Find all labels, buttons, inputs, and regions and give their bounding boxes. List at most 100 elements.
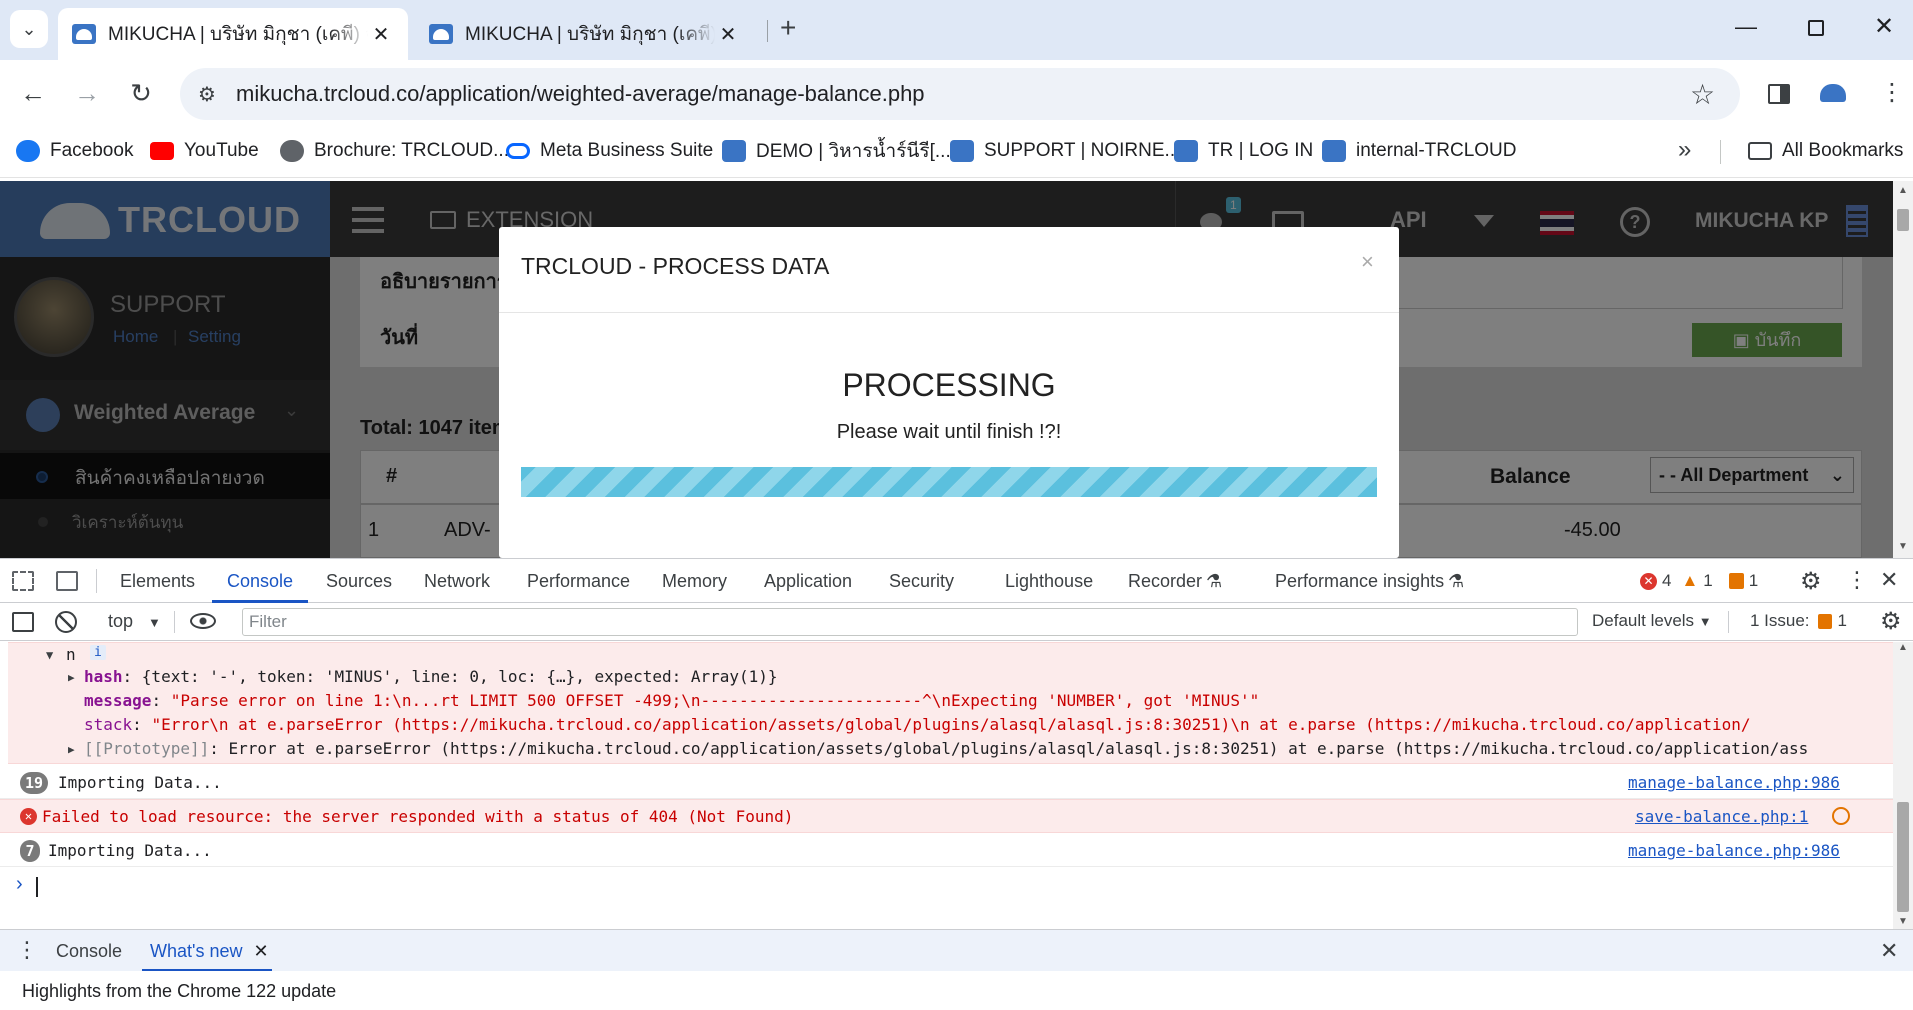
error-counter[interactable]: ✕ 4 ▲ 1 1 — [1640, 571, 1758, 591]
browser-tab[interactable]: MIKUCHA | บริษัท มิกุชา (เคพี) จำกัด ✕ — [415, 8, 755, 60]
bookmark-facebook[interactable]: Facebook — [16, 138, 133, 164]
expand-triangle-icon[interactable]: ▶ — [68, 743, 75, 756]
trcloud-extension-icon[interactable] — [1820, 84, 1846, 102]
bookmark-youtube[interactable]: YouTube — [150, 138, 259, 164]
sidebar-toggle-icon[interactable] — [12, 612, 34, 632]
layers-icon — [1322, 140, 1346, 162]
menu-kebab-icon[interactable]: ⋮ — [1880, 76, 1904, 110]
devtools-tab-performance[interactable]: Performance — [527, 571, 630, 592]
console-settings-gear-icon[interactable]: ⚙ — [1880, 607, 1902, 636]
tab-search-button[interactable]: ⌄ — [10, 10, 48, 48]
new-tab-button[interactable]: + — [780, 12, 796, 44]
settings-gear-icon[interactable]: ⚙ — [1800, 567, 1822, 596]
minimize-button[interactable]: — — [1735, 14, 1757, 40]
flask-icon: ⚗ — [1206, 571, 1223, 591]
process-data-modal: TRCLOUD - PROCESS DATA × PROCESSING Plea… — [499, 227, 1399, 558]
console-toolbar: top ▼ Filter Default levels ▼ 1 Issue: 1… — [0, 603, 1913, 641]
drawer-tab-whats-new[interactable]: What's new ✕ — [150, 941, 269, 962]
modal-close-button[interactable]: × — [1361, 249, 1374, 275]
whats-new-panel: Highlights from the Chrome 122 update — [0, 971, 1913, 1010]
bookmark-star-icon[interactable]: ☆ — [1690, 78, 1715, 111]
info-badge[interactable]: i — [90, 645, 106, 660]
caret-down-icon: ▼ — [1698, 614, 1712, 629]
console-prompt[interactable]: › — [0, 869, 1893, 903]
youtube-icon — [150, 142, 174, 160]
forward-button[interactable]: → — [70, 76, 104, 110]
devtools-tab-recorder[interactable]: Recorder — [1128, 571, 1202, 592]
close-devtools-icon[interactable]: ✕ — [1880, 567, 1898, 593]
devtools-menu-icon[interactable]: ⋮ — [1846, 567, 1868, 593]
scrollbar-thumb[interactable] — [1897, 802, 1909, 912]
tab-close-icon[interactable]: ✕ — [715, 22, 741, 47]
scrollbar-thumb[interactable] — [1897, 209, 1909, 231]
scroll-up-icon[interactable]: ▲ — [1898, 185, 1908, 196]
browser-tab-active[interactable]: MIKUCHA | บริษัท มิกุชา (เคพี) จำกัด ✕ — [58, 8, 408, 60]
expand-triangle-icon[interactable]: ▶ — [68, 671, 75, 684]
devtools-tab-performance-insights[interactable]: Performance insights — [1275, 571, 1444, 592]
modal-divider — [499, 312, 1399, 313]
issues-label: 1 Issue: — [1750, 611, 1810, 630]
error-text: Failed to load resource: the server resp… — [42, 807, 794, 826]
bookmark-internal[interactable]: internal-TRCLOUD — [1322, 138, 1516, 164]
back-button[interactable]: ← — [16, 76, 50, 110]
console-error-object: ▼ n i ▶ hash: {text: '-', token: 'MINUS'… — [8, 642, 1893, 764]
bookmark-support[interactable]: SUPPORT | NOIRNE... — [950, 138, 1180, 164]
drawer-tab-console[interactable]: Console — [56, 941, 122, 962]
tab-close-icon[interactable]: ✕ — [368, 22, 394, 47]
devtools-tab-memory[interactable]: Memory — [662, 571, 727, 592]
bookmark-label: Brochure: TRCLOUD... — [314, 140, 509, 161]
source-link[interactable]: save-balance.php:1 — [1635, 807, 1808, 826]
inspect-element-icon[interactable] — [12, 571, 34, 591]
console-filter-input[interactable]: Filter — [242, 608, 1578, 636]
live-expression-eye-icon[interactable] — [190, 613, 216, 629]
bookmark-demo[interactable]: DEMO | วิหารน้ำร์นีรี[... — [722, 138, 951, 164]
bookmark-tr-login[interactable]: TR | LOG IN — [1174, 138, 1313, 164]
restore-button[interactable] — [1808, 20, 1824, 36]
devtools-tab-application[interactable]: Application — [764, 571, 852, 592]
url-text[interactable]: mikucha.trcloud.co/application/weighted-… — [236, 81, 925, 107]
trcloud-favicon-icon — [429, 24, 453, 44]
device-toolbar-icon[interactable] — [56, 571, 78, 591]
close-tab-icon[interactable]: ✕ — [254, 941, 269, 961]
devtools-tab-elements[interactable]: Elements — [120, 571, 195, 592]
expand-triangle-icon[interactable]: ▼ — [46, 648, 53, 662]
more-bookmarks-icon[interactable]: » — [1678, 136, 1691, 164]
page-scrollbar[interactable]: ▲ ▼ — [1893, 181, 1913, 558]
all-bookmarks-button[interactable]: All Bookmarks — [1748, 138, 1903, 164]
meta-icon — [506, 143, 530, 159]
bookmark-meta[interactable]: Meta Business Suite — [506, 138, 713, 164]
scroll-down-icon[interactable]: ▼ — [1898, 541, 1908, 552]
address-bar[interactable]: ⚙ mikucha.trcloud.co/application/weighte… — [180, 68, 1740, 120]
drawer-menu-icon[interactable]: ⋮ — [16, 937, 38, 963]
globe-icon — [280, 140, 304, 162]
reload-button[interactable]: ↻ — [124, 76, 158, 110]
scroll-up-icon[interactable]: ▲ — [1898, 642, 1908, 653]
context-selector[interactable]: top ▼ — [108, 611, 161, 632]
devtools-tab-sources[interactable]: Sources — [326, 571, 392, 592]
log-levels-dropdown[interactable]: Default levels ▼ — [1592, 611, 1712, 631]
site-info-icon[interactable]: ⚙ — [198, 82, 216, 107]
devtools-tab-security[interactable]: Security — [889, 571, 954, 592]
side-panel-icon[interactable] — [1768, 84, 1790, 104]
object-name: n — [66, 645, 76, 664]
close-window-button[interactable]: ✕ — [1874, 12, 1894, 41]
console-scrollbar[interactable]: ▲ ▼ — [1893, 642, 1913, 929]
filter-placeholder: Filter — [249, 612, 287, 631]
clear-console-icon[interactable] — [55, 611, 77, 633]
network-request-icon[interactable] — [1832, 807, 1850, 825]
devtools-tab-console[interactable]: Console — [227, 571, 293, 592]
devtools-tab-network[interactable]: Network — [424, 571, 490, 592]
source-link[interactable]: manage-balance.php:986 — [1628, 773, 1840, 792]
prop-value: "Parse error on line 1:\n...rt LIMIT 500… — [170, 691, 1260, 710]
bookmark-brochure[interactable]: Brochure: TRCLOUD... — [280, 138, 509, 164]
scroll-down-icon[interactable]: ▼ — [1898, 916, 1908, 927]
toolbar-divider — [1728, 611, 1729, 633]
web-page: TRCLOUD EXTENSION 1 API ? MIKUCHA KP SUP… — [0, 181, 1893, 558]
issues-link[interactable]: 1 Issue: 1 — [1750, 611, 1847, 631]
source-link[interactable]: manage-balance.php:986 — [1628, 841, 1840, 860]
log-text: Importing Data... — [58, 773, 222, 792]
devtools-tab-lighthouse[interactable]: Lighthouse — [1005, 571, 1093, 592]
console-log-line: 7 Importing Data... manage-balance.php:9… — [0, 835, 1893, 867]
close-drawer-icon[interactable]: ✕ — [1880, 938, 1898, 964]
progress-track — [521, 467, 1377, 497]
